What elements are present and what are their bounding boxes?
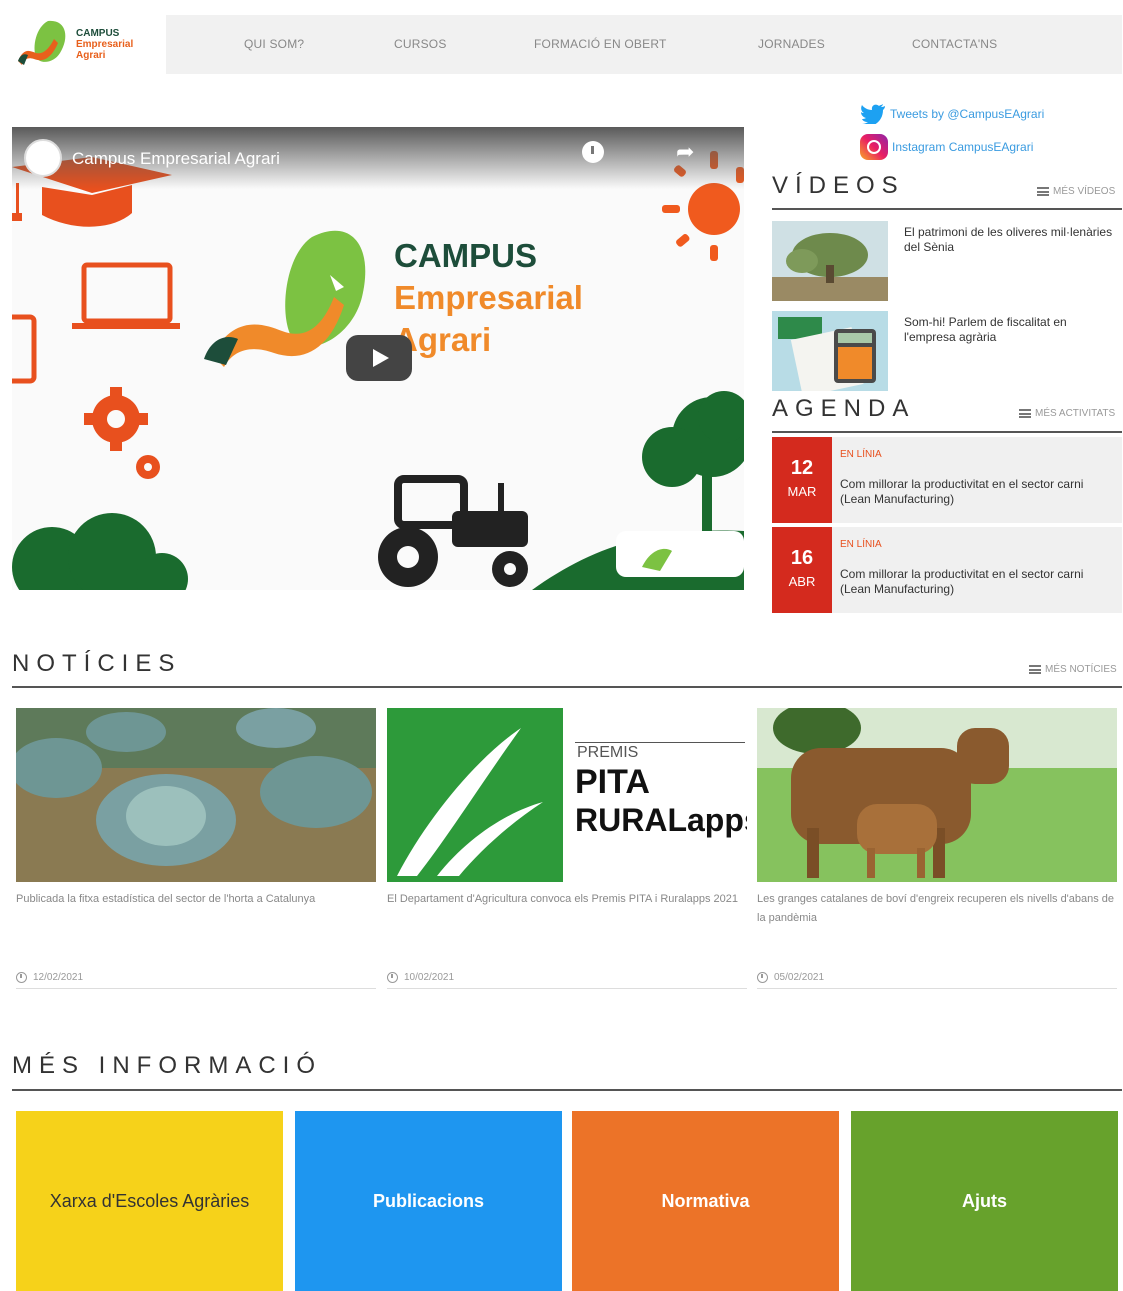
- more-info-heading: MÉS INFORMACIÓ: [12, 1052, 323, 1079]
- news-image: [16, 708, 376, 882]
- channel-avatar[interactable]: [24, 139, 62, 177]
- twitter-link-label: Tweets by @CampusEAgrari: [890, 107, 1045, 121]
- site-logo[interactable]: CAMPUS Empresarial Agrari: [14, 14, 162, 74]
- news-date: 05/02/2021: [757, 972, 824, 983]
- agenda-title: Com millorar la productivitat en el sect…: [840, 477, 1084, 506]
- news-heading: NOTÍCIES: [12, 650, 182, 677]
- news-title: El Departament d'Agricultura convoca els…: [387, 893, 739, 905]
- thumbnail-title-line-3: Agrari: [394, 321, 492, 358]
- nav-item-formacio-en-obert[interactable]: FORMACIÓ EN OBERT: [534, 37, 667, 51]
- news-divider: [16, 988, 376, 989]
- cows-in-field-image: [757, 708, 1117, 882]
- more-videos-label: MÉS VÍDEOS: [1053, 186, 1116, 197]
- nav-item-contactans[interactable]: CONTACTA'NS: [912, 37, 997, 51]
- cabbage-field-image: [16, 708, 376, 882]
- news-title: Publicada la fitxa estadística del secto…: [16, 893, 316, 905]
- tile-xarxa-escoles-agraries[interactable]: Xarxa d'Escoles Agràries: [16, 1111, 283, 1291]
- agenda-divider: [772, 431, 1122, 433]
- agenda-date-badge: 16 ABR: [772, 527, 832, 613]
- pita-label: PITA: [575, 763, 650, 801]
- news-image: PREMIS PITA RURALapps: [387, 708, 747, 882]
- news-divider: [12, 686, 1122, 688]
- premis-label: PREMIS: [577, 744, 639, 761]
- agenda-day: 16: [790, 547, 814, 569]
- list-menu-icon: [1037, 187, 1049, 196]
- news-image: [757, 708, 1117, 882]
- tile-label: Ajuts: [962, 1190, 1007, 1211]
- campus-leaf-logo-icon: [18, 20, 66, 65]
- logo-text: CAMPUS Empresarial Agrari: [76, 28, 133, 61]
- main-nav: QUI SOM? CURSOS FORMACIÓ EN OBERT JORNAD…: [166, 15, 1122, 74]
- agenda-date-badge: 12 MAR: [772, 437, 832, 523]
- news-date: 12/02/2021: [16, 972, 83, 983]
- more-news-label: MÉS NOTÍCIES: [1045, 664, 1117, 675]
- tile-normativa[interactable]: Normativa: [572, 1111, 839, 1291]
- tile-ajuts[interactable]: Ajuts: [851, 1111, 1118, 1291]
- more-info-divider: [12, 1089, 1122, 1091]
- agenda-tag: EN LÍNIA: [840, 449, 882, 460]
- agenda-heading: AGENDA: [772, 395, 916, 422]
- news-card[interactable]: Les granges catalanes de boví d'engreix …: [757, 708, 1117, 990]
- news-title: Les granges catalanes de boví d'engreix …: [757, 893, 1115, 924]
- news-date-label: 10/02/2021: [404, 972, 455, 983]
- agenda-month: ABR: [788, 574, 816, 589]
- list-menu-icon: [1019, 409, 1031, 418]
- agenda-title: Com millorar la productivitat en el sect…: [840, 567, 1084, 596]
- videos-divider: [772, 208, 1122, 210]
- list-menu-icon: [1029, 665, 1041, 674]
- video-thumbnail-title: CAMPUS Empresarial Agrari: [394, 235, 583, 361]
- news-date-label: 12/02/2021: [33, 972, 84, 983]
- instagram-link-label: Instagram CampusEAgrari: [892, 140, 1034, 154]
- agenda-item[interactable]: 16 ABR EN LÍNIA Com millorar la producti…: [772, 527, 1122, 613]
- nav-item-cursos[interactable]: CURSOS: [394, 37, 447, 51]
- news-divider: [757, 988, 1117, 989]
- more-activities-label: MÉS ACTIVITATS: [1035, 408, 1116, 419]
- watch-later-icon[interactable]: [582, 141, 604, 163]
- logo-line-2: Empresarial: [76, 38, 134, 50]
- tile-publicacions[interactable]: Publicacions: [295, 1111, 562, 1291]
- logo-line-1: CAMPUS: [76, 27, 120, 39]
- nav-item-qui-som[interactable]: QUI SOM?: [244, 37, 304, 51]
- news-date: 10/02/2021: [387, 972, 454, 983]
- instagram-link[interactable]: Instagram CampusEAgrari: [860, 134, 1033, 160]
- share-icon[interactable]: ➦: [676, 139, 694, 165]
- video-list-item[interactable]: El patrimoni de les oliveres mil·lenàrie…: [772, 221, 1122, 301]
- twitter-link[interactable]: Tweets by @CampusEAgrari: [860, 104, 1044, 124]
- news-card[interactable]: PREMIS PITA RURALapps El Departament d'A…: [387, 708, 747, 990]
- video-title[interactable]: Campus Empresarial Agrari: [72, 149, 280, 169]
- agenda-month: MAR: [787, 484, 817, 499]
- tile-label: Xarxa d'Escoles Agràries: [49, 1190, 250, 1211]
- more-news-link[interactable]: MÉS NOTÍCIES: [1029, 664, 1117, 675]
- tile-label: Publicacions: [372, 1190, 485, 1211]
- news-card[interactable]: Publicada la fitxa estadística del secto…: [16, 708, 376, 990]
- agenda-item[interactable]: 12 MAR EN LÍNIA Com millorar la producti…: [772, 437, 1122, 523]
- agenda-tag: EN LÍNIA: [840, 539, 882, 550]
- video-player[interactable]: Campus Empresarial Agrari ➦ CAMPUS Empre…: [12, 127, 744, 590]
- olive-tree-thumbnail: [772, 221, 888, 301]
- calculator-thumbnail: [772, 311, 888, 391]
- ruralapps-label: RURALapps: [575, 802, 747, 838]
- play-button[interactable]: [346, 335, 412, 381]
- nav-item-jornades[interactable]: JORNADES: [758, 37, 825, 51]
- video-item-title: El patrimoni de les oliveres mil·lenàrie…: [904, 225, 1113, 254]
- logo-line-3: Agrari: [76, 49, 106, 61]
- thumbnail-title-line-2: Empresarial: [394, 279, 583, 316]
- news-divider: [387, 988, 747, 989]
- video-item-title: Som-hi! Parlem de fiscalitat en l'empres…: [904, 315, 1067, 344]
- tile-label: Normativa: [661, 1190, 750, 1211]
- twitter-bird-icon: [860, 104, 885, 124]
- video-list-item[interactable]: Som-hi! Parlem de fiscalitat en l'empres…: [772, 311, 1122, 391]
- more-activities-link[interactable]: MÉS ACTIVITATS: [1019, 408, 1115, 419]
- premis-pita-ruralapps-image: [387, 708, 747, 882]
- thumbnail-title-line-1: CAMPUS: [394, 237, 538, 274]
- agenda-day: 12: [790, 457, 814, 479]
- clock-icon: [387, 972, 398, 983]
- instagram-icon: [860, 134, 888, 160]
- clock-icon: [16, 972, 27, 983]
- news-date-label: 05/02/2021: [774, 972, 825, 983]
- clock-icon: [757, 972, 768, 983]
- more-videos-link[interactable]: MÉS VÍDEOS: [1037, 186, 1115, 197]
- videos-heading: VÍDEOS: [772, 172, 905, 199]
